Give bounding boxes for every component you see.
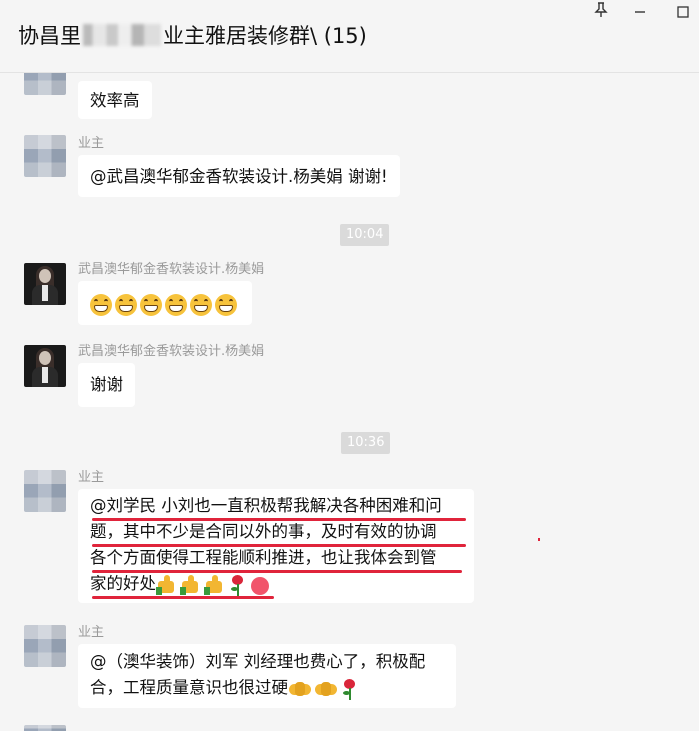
rose-icon <box>228 574 246 596</box>
avatar[interactable] <box>24 725 66 731</box>
avatar[interactable] <box>24 470 66 512</box>
avatar[interactable] <box>24 625 66 667</box>
grinning-face-icon <box>115 293 137 316</box>
message-bubble[interactable]: 谢谢 <box>78 363 135 407</box>
grinning-face-icon <box>215 293 237 316</box>
grinning-face-icon <box>165 293 187 316</box>
message-bubble[interactable]: @武昌澳华郁金香软装设计.杨美娟 谢谢! <box>78 155 400 197</box>
sender-name: 武昌澳华郁金香软装设计.杨美娟 <box>78 262 265 277</box>
message-list[interactable]: 效率高 业主 @武昌澳华郁金香软装设计.杨美娟 谢谢! 10:04 武昌澳华郁金… <box>0 73 699 731</box>
grinning-face-icon <box>90 293 112 316</box>
timestamp: 10:36 <box>341 432 391 454</box>
avatar[interactable] <box>24 263 66 305</box>
minimize-icon[interactable] <box>629 2 651 24</box>
avatar[interactable] <box>24 345 66 387</box>
maximize-icon[interactable] <box>672 2 694 24</box>
message-bubble[interactable] <box>78 281 252 325</box>
message-bubble[interactable]: 效率高 <box>78 81 152 119</box>
red-dot <box>538 538 540 541</box>
red-underline <box>92 518 466 521</box>
message-text: 效率高 <box>90 91 140 110</box>
handshake-icon <box>314 679 338 699</box>
thumbs-up-icon <box>204 574 226 595</box>
rose-icon <box>340 678 358 700</box>
title-prefix: 协昌里 <box>18 24 81 48</box>
heart-icon <box>248 574 270 596</box>
timestamp: 10:04 <box>340 224 390 246</box>
redacted-text <box>83 24 161 46</box>
sender-name: 武昌澳华郁金香软装设计.杨美娟 <box>78 344 265 359</box>
grinning-face-icon <box>190 293 212 316</box>
handshake-icon <box>288 679 312 699</box>
message-line: @刘学民 小刘也一直积极帮我解决各种困难和问 <box>90 496 442 515</box>
red-underline <box>92 570 462 573</box>
avatar[interactable] <box>24 73 66 95</box>
message-line: 家的好处 <box>90 574 156 593</box>
sender-name: 业主 <box>78 625 105 640</box>
title-suffix: 业主雅居装修群\ (15) <box>163 24 367 48</box>
grinning-face-icon <box>140 293 162 316</box>
thumbs-up-icon <box>156 574 178 595</box>
sender-name: 业主 <box>78 136 105 151</box>
thumbs-up-icon <box>180 574 202 595</box>
message-bubble[interactable]: @（澳华装饰）刘军 刘经理也费心了，积极配 合，工程质量意识也很过硬 <box>78 644 456 708</box>
message-line: 题，其中不少是合同以外的事，及时有效的协调 <box>90 522 437 541</box>
message-line: 合，工程质量意识也很过硬 <box>90 678 288 697</box>
message-line: @（澳华装饰）刘军 刘经理也费心了，积极配 <box>90 652 426 671</box>
message-text: 谢谢 <box>90 375 123 394</box>
avatar[interactable] <box>24 135 66 177</box>
red-underline <box>92 596 274 599</box>
red-underline <box>92 544 466 547</box>
chat-header: 协昌里 业主雅居装修群\ (15) <box>0 0 699 73</box>
message-line: 各个方面使得工程能顺利推进，也让我体会到管 <box>90 548 437 567</box>
sender-name: 业主 <box>78 470 105 485</box>
pin-icon[interactable] <box>590 2 612 24</box>
message-text: @武昌澳华郁金香软装设计.杨美娟 谢谢! <box>90 167 388 186</box>
chat-title: 协昌里 业主雅居装修群\ (15) <box>18 20 367 50</box>
